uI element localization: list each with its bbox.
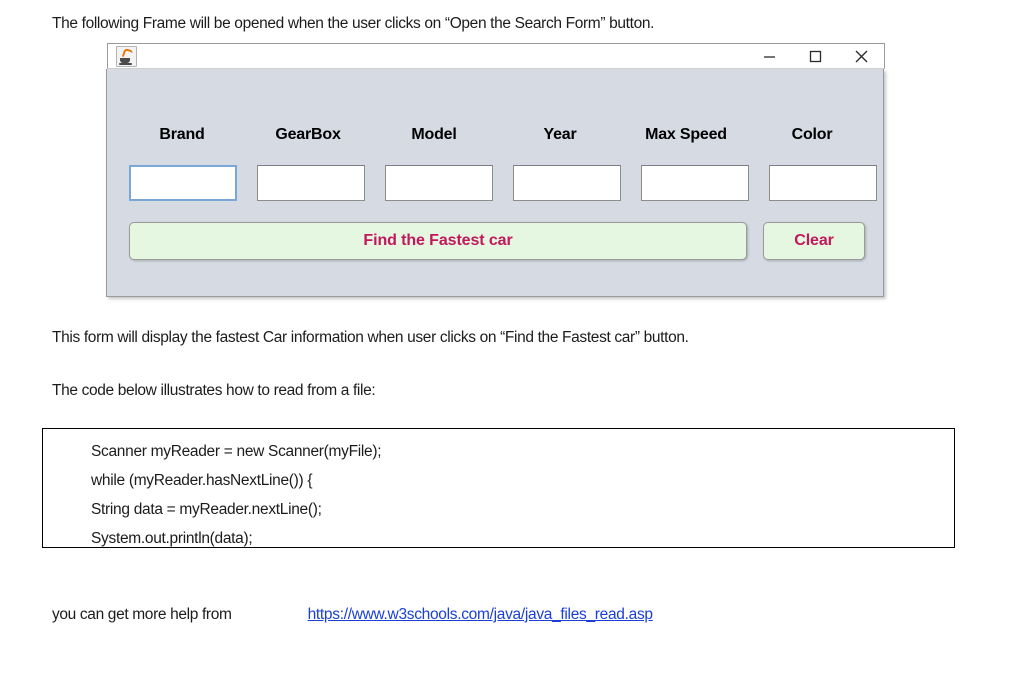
gearbox-input[interactable] (257, 165, 365, 201)
java-coffee-cup-icon (116, 46, 137, 67)
brand-input[interactable] (129, 165, 237, 201)
find-fastest-car-button[interactable]: Find the Fastest car (129, 222, 747, 260)
close-button[interactable] (838, 44, 884, 69)
display-paragraph: This form will display the fastest Car i… (52, 328, 689, 348)
clear-button[interactable]: Clear (763, 222, 865, 260)
year-input[interactable] (513, 165, 621, 201)
code-line: String data = myReader.nextLine(); (91, 495, 954, 524)
footer-help-text: you can get more help from (52, 606, 232, 624)
column-headers-row: Brand GearBox Model Year Max Speed Color (129, 126, 865, 144)
maximize-button[interactable] (792, 44, 838, 69)
column-header-max-speed: Max Speed (633, 126, 739, 144)
maximize-icon (808, 49, 823, 64)
w3schools-link[interactable]: https://www.w3schools.com/java/java_file… (308, 606, 653, 624)
code-line: Scanner myReader = new Scanner(myFile); (91, 437, 954, 466)
intro-paragraph: The following Frame will be opened when … (52, 14, 654, 34)
code-block: Scanner myReader = new Scanner(myFile); … (42, 428, 955, 548)
frame-title-bar (107, 43, 885, 69)
action-buttons-row: Find the Fastest car Clear (129, 222, 865, 260)
minimize-icon (762, 49, 777, 64)
search-form-frame: Brand GearBox Model Year Max Speed Color… (106, 69, 884, 297)
column-header-model: Model (381, 126, 487, 144)
model-input[interactable] (385, 165, 493, 201)
java-icon-cup (120, 58, 130, 63)
java-icon-steam (122, 47, 133, 58)
footer-help-row: you can get more help from https://www.w… (52, 606, 653, 624)
input-fields-row (129, 165, 865, 201)
code-intro-paragraph: The code below illustrates how to read f… (52, 381, 375, 401)
java-icon-saucer (119, 63, 132, 65)
code-line: while (myReader.hasNextLine()) { (91, 466, 954, 495)
max-speed-input[interactable] (641, 165, 749, 201)
minimize-button[interactable] (746, 44, 792, 69)
color-input[interactable] (769, 165, 877, 201)
column-header-year: Year (507, 126, 613, 144)
column-header-gearbox: GearBox (255, 126, 361, 144)
close-icon (853, 48, 870, 65)
column-header-color: Color (759, 126, 865, 144)
column-header-brand: Brand (129, 126, 235, 144)
code-line: System.out.println(data); (91, 524, 954, 553)
